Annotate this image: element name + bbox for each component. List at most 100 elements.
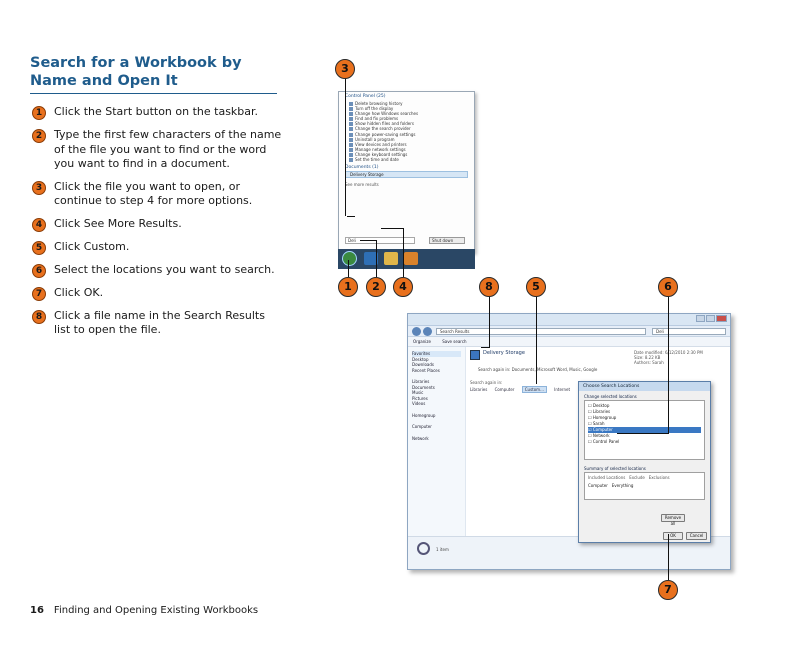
step-text: Click OK. (54, 285, 104, 299)
minimize-icon[interactable] (696, 315, 705, 322)
search-again-locations: Libraries Computer Custom... Internet (470, 386, 576, 393)
leader-line-8-tick (481, 347, 490, 348)
step-item: 1 Click the Start button on the taskbar. (32, 105, 282, 120)
step-item: 4 Click See More Results. (32, 217, 282, 232)
start-search-input[interactable]: Deli (345, 237, 415, 244)
back-icon[interactable] (412, 327, 421, 336)
leader-line-2-tick (360, 240, 376, 241)
ok-button[interactable]: OK (663, 532, 683, 540)
folder-taskbar-icon[interactable] (384, 252, 398, 265)
step-number: 4 (32, 217, 46, 232)
step-number: 7 (32, 286, 46, 301)
see-more-results-link[interactable]: See more results (339, 178, 474, 187)
leader-line-7 (668, 534, 669, 580)
chapter-title: Finding and Opening Existing Workbooks (53, 605, 259, 616)
start-menu-panel-header: Control Panel (25) (345, 94, 386, 99)
step-text: Type the first few characters of the nam… (54, 128, 282, 170)
step-number: 5 (32, 240, 46, 255)
nav-item-homegroup[interactable]: Homegroup (412, 413, 461, 419)
callout-6: 6 (658, 277, 678, 297)
step-number: 3 (32, 180, 46, 195)
excel-file-icon (470, 350, 480, 360)
choose-search-locations-dialog: Choose Search Locations Change selected … (578, 381, 711, 543)
search-result-file[interactable]: Delivery Storage (483, 350, 525, 356)
summary-row: Computer Everything (588, 483, 634, 488)
window-controls (695, 315, 727, 322)
locations-tree: ☐ Desktop ☐ Libraries ☐ Homegroup ☐ Sara… (584, 400, 705, 460)
dialog-title: Choose Search Locations (579, 382, 710, 391)
location-computer[interactable]: Computer (495, 387, 515, 392)
tree-item-control-panel[interactable]: ☐ Control Panel (588, 439, 701, 445)
nav-item-videos[interactable]: Videos (412, 401, 461, 407)
taskbar (338, 249, 475, 269)
step-number: 8 (32, 309, 46, 324)
start-menu-file-result[interactable]: Delivery Storage (345, 171, 468, 179)
control-panel-icon (349, 132, 353, 137)
leader-line-4 (403, 228, 404, 277)
step-number: 2 (32, 129, 46, 143)
summary-table: Included Locations Exclude Exclusions Co… (584, 472, 705, 500)
maximize-icon[interactable] (706, 315, 715, 322)
control-panel-icon (349, 127, 353, 132)
nav-item-network[interactable]: Network (412, 436, 461, 442)
callout-5: 5 (526, 277, 546, 297)
step-item: 6 Select the locations you want to search… (32, 263, 282, 278)
step-text: Click the file you want to open, or cont… (54, 179, 253, 208)
remove-all-button[interactable]: Remove all (661, 514, 685, 526)
cancel-button[interactable]: Cancel (686, 532, 707, 540)
location-internet[interactable]: Internet (554, 387, 570, 392)
callout-3: 3 (335, 59, 355, 79)
start-menu-docs-header: Documents (1) (345, 165, 379, 171)
step-item: 5 Click Custom. (32, 240, 282, 255)
leader-line-4-horizontal (381, 228, 404, 229)
leader-line-8 (489, 296, 490, 348)
search-message: Search again in: Documents, Microsoft Wo… (478, 367, 598, 372)
start-menu-screenshot: Control Panel (25) Delete browsing histo… (338, 91, 475, 253)
page-footer: 16 Finding and Opening Existing Workbooks (30, 605, 258, 616)
location-custom[interactable]: Custom... (521, 386, 547, 393)
nav-item-computer[interactable]: Computer (412, 424, 461, 430)
callout-4: 4 (393, 277, 413, 297)
media-taskbar-icon[interactable] (404, 252, 418, 265)
step-text: Click Custom. (54, 239, 130, 253)
location-libraries[interactable]: Libraries (470, 387, 487, 392)
leader-line-6 (668, 296, 669, 433)
callout-1: 1 (338, 277, 358, 297)
section-title: Search for a Workbook by Name and Open I… (30, 55, 242, 89)
callout-8: 8 (479, 277, 499, 297)
step-item: 3 Click the file you want to open, or con… (32, 180, 282, 209)
organize-button[interactable]: Organize (413, 339, 431, 344)
page-number: 16 (30, 605, 44, 616)
title-divider (30, 93, 277, 94)
callout-7: 7 (658, 580, 678, 600)
start-menu-results: Delete browsing history Turn off the dis… (339, 101, 474, 163)
search-again-label: Search again in: (470, 380, 503, 385)
leader-line-6-horizontal (617, 433, 669, 434)
step-item: 7 Click OK. (32, 286, 282, 301)
magnifier-icon (417, 542, 430, 555)
callout-2: 2 (366, 277, 386, 297)
explorer-address-bar: Search Results Deli (408, 326, 730, 337)
control-panel-icon (349, 158, 353, 163)
start-button-icon[interactable] (342, 251, 357, 266)
steps-list: 1 Click the Start button on the taskbar. … (32, 105, 282, 346)
step-item: 8 Click a file name in the Search Results… (32, 309, 282, 338)
step-number: 1 (32, 106, 46, 120)
explorer-search-input[interactable]: Deli (652, 328, 726, 335)
close-icon[interactable] (716, 315, 727, 322)
leader-line-2 (376, 240, 377, 277)
leader-line-1 (348, 260, 349, 277)
save-search-button[interactable]: Save search (442, 339, 466, 344)
nav-item-recent[interactable]: Recent Places (412, 368, 461, 374)
summary-label: Summary of selected locations (584, 466, 646, 471)
address-input[interactable]: Search Results (436, 328, 646, 335)
shut-down-button[interactable]: Shut down (429, 237, 465, 244)
explorer-titlebar (408, 314, 730, 326)
explorer-toolbar: Organize Save search (408, 337, 730, 347)
leader-line-5 (536, 296, 537, 384)
step-text: Select the locations you want to search. (54, 262, 275, 276)
item-count: 1 item (436, 547, 449, 552)
summary-header: Included Locations Exclude Exclusions (588, 475, 670, 480)
forward-icon[interactable] (423, 327, 432, 336)
leader-line-3 (345, 78, 346, 216)
